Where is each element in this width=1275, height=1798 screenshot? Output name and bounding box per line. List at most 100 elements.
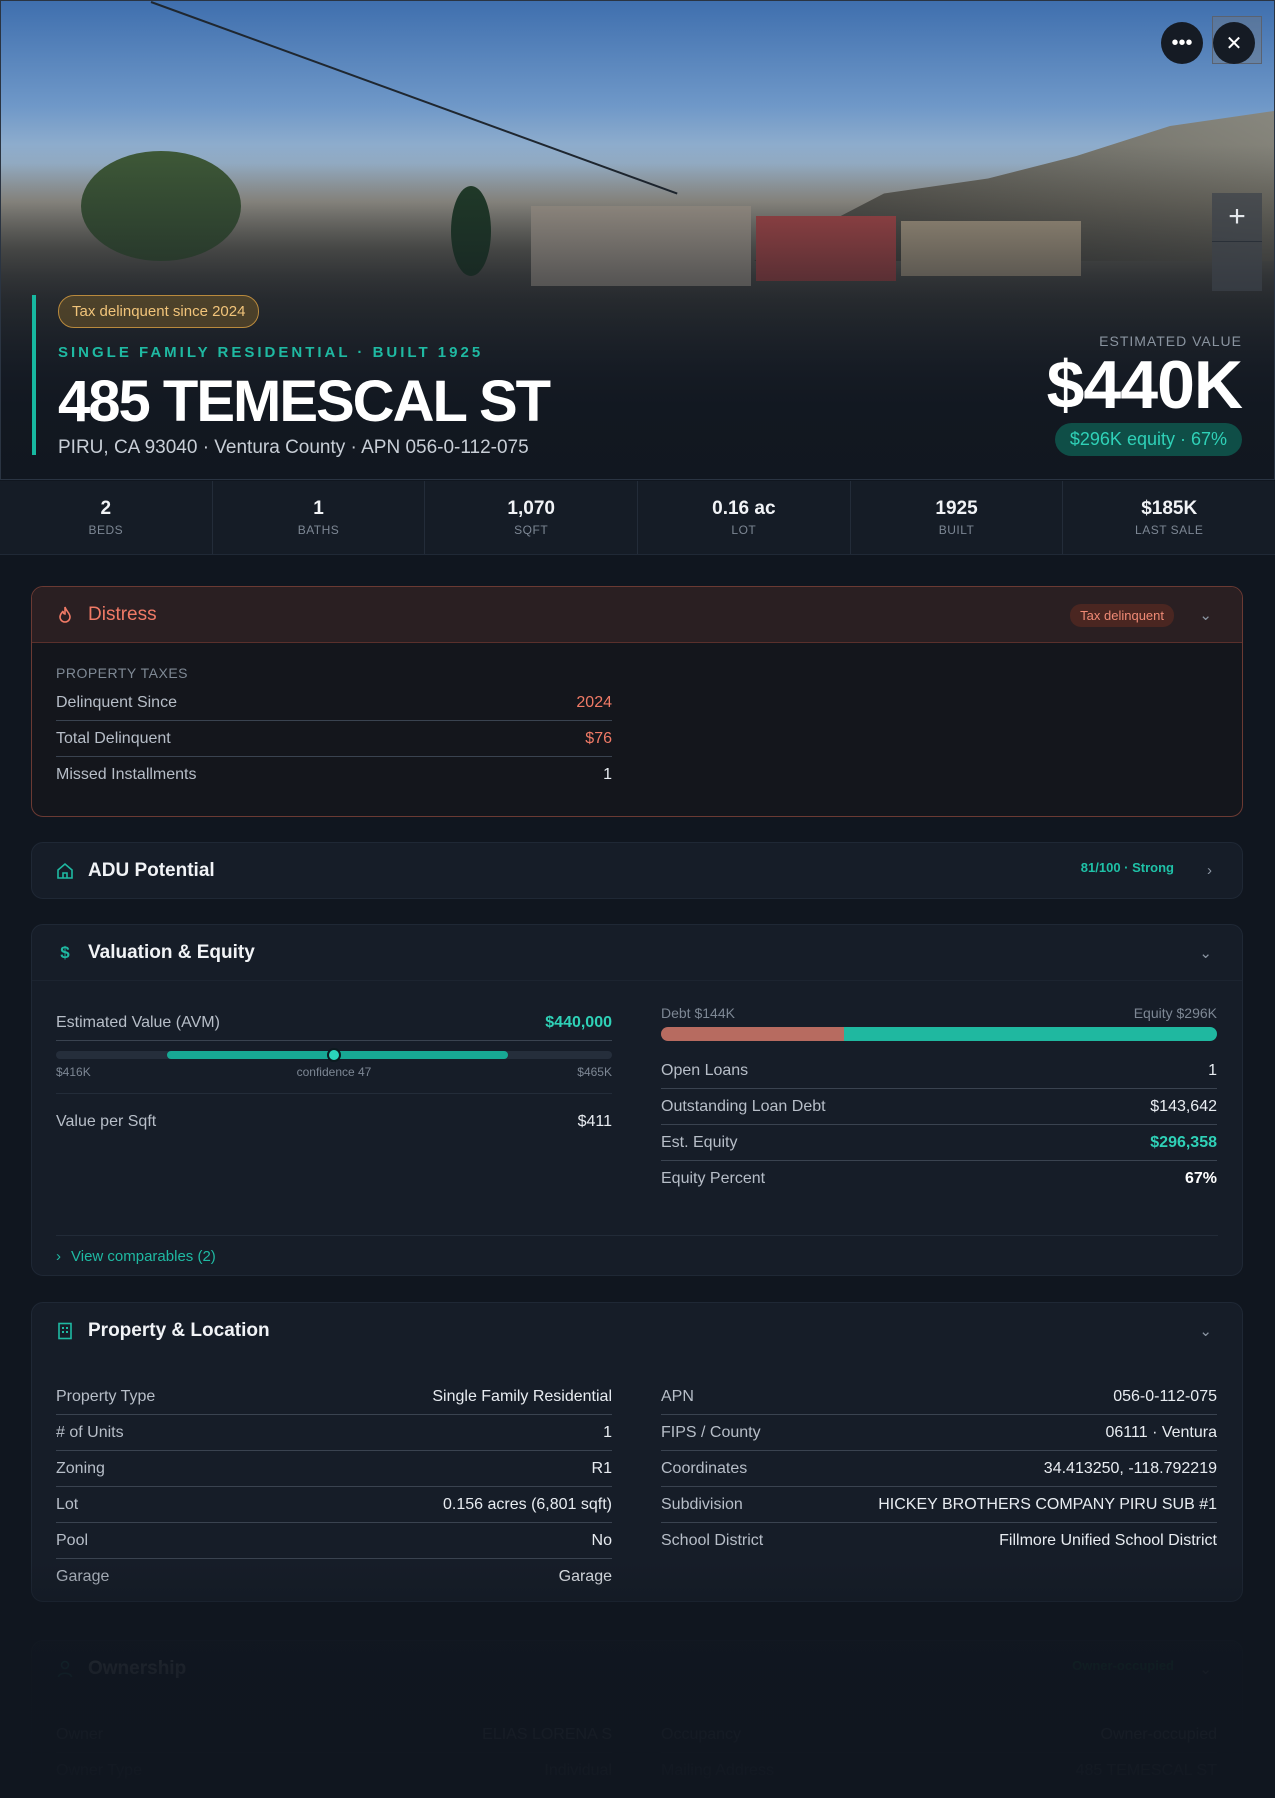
hero-photo: ••• ✕ + Tax delinquent since 2024 SINGLE… [0, 0, 1275, 480]
stat-value: $185K [1141, 498, 1198, 519]
row-value: 34.413250, -118.792219 [1043, 1459, 1217, 1477]
row-key: Owner [56, 1725, 104, 1743]
comparables-label: View comparables (2) [71, 1248, 216, 1265]
dollar-icon: $ [60, 942, 70, 962]
row-value: Individual [544, 1762, 612, 1779]
property-location-card: Property & Location ⌄ Property Type Singl… [31, 1302, 1243, 1602]
row-value: R1 [591, 1459, 612, 1477]
property-subtitle: SINGLE FAMILY RESIDENTIAL · BUILT 1925 [58, 344, 484, 361]
ownership-left-column: Owner ELIAS LORENA S Owner Type Individual [56, 1717, 612, 1789]
property-address: 485 TEMESCAL ST [58, 369, 551, 434]
tax-row: Delinquent Since 2024 [56, 685, 612, 721]
location-row: Subdivision HICKEY BROTHERS COMPANY PIRU … [661, 1487, 1217, 1523]
tax-row: Missed Installments 1 [56, 757, 612, 793]
property-right-column: APN 056-0-112-075 FIPS / County 06111 · Ve… [661, 1379, 1217, 1559]
valuation-header[interactable]: $ Valuation & Equity ⌄ [32, 925, 1242, 981]
ownership-header[interactable]: Ownership Owner-occupied ⌄ [32, 1641, 1242, 1697]
equity-column: Debt $144K Equity $296K Open Loans 1 Outs… [661, 1005, 1217, 1197]
stat-label: BATHS [297, 523, 340, 537]
row-key: Subdivision [661, 1495, 743, 1513]
row-value: 1 [1208, 1061, 1217, 1079]
chevron-down-icon[interactable]: ⌄ [1199, 944, 1212, 962]
row-value: Garage [558, 1568, 612, 1585]
zoom-in-button[interactable]: + [1212, 193, 1262, 242]
row-value: 06111 · Ventura [1105, 1423, 1218, 1441]
row-key: Outstanding Loan Debt [661, 1097, 826, 1115]
row-value: $411 [577, 1112, 612, 1130]
stat-label: BUILT [938, 523, 975, 537]
ownership-card: Ownership Owner-occupied ⌄ Owner ELIAS LO… [31, 1640, 1243, 1798]
ownership-row: Owner ELIAS LORENA S [56, 1717, 612, 1753]
row-value: ELIAS LORENA S [482, 1725, 612, 1743]
row-value: No [591, 1531, 612, 1549]
more-options-button[interactable]: ••• [1161, 22, 1203, 64]
row-key: Value per Sqft [56, 1112, 157, 1130]
row-key: Pool [56, 1531, 89, 1549]
chevron-down-icon[interactable]: ⌄ [1199, 606, 1212, 624]
row-value: $143,642 [1150, 1097, 1217, 1115]
property-left-column: Property Type Single Family Residential #… [56, 1379, 612, 1595]
row-value: 1 [603, 766, 612, 783]
property-row: Garage Garage [56, 1559, 612, 1595]
location-line: PIRU, CA 93040 · Ventura County · APN 05… [58, 437, 529, 458]
row-key: Property Type [56, 1387, 156, 1405]
range-low: $416K [56, 1065, 91, 1079]
property-row: Zoning R1 [56, 1451, 612, 1487]
tax-row: Total Delinquent $76 [56, 721, 612, 757]
location-row: APN 056-0-112-075 [661, 1379, 1217, 1415]
property-taxes-section: PROPERTY TAXES Delinquent Since 2024 Tota… [56, 665, 612, 793]
stat-sqft: 1,070 SQFT [425, 481, 639, 554]
equity-row: Est. Equity $296,358 [661, 1125, 1217, 1161]
row-key: Coordinates [661, 1459, 748, 1477]
row-value: 67% [1184, 1170, 1217, 1187]
property-header[interactable]: Property & Location ⌄ [32, 1303, 1242, 1359]
row-value: Fillmore Unified School District [999, 1532, 1217, 1549]
close-button[interactable]: ✕ [1213, 22, 1255, 64]
adu-header[interactable]: ADU Potential 81/100 · Strong › [32, 843, 1242, 898]
chevron-down-icon[interactable]: ⌄ [1199, 1322, 1212, 1340]
section-label: PROPERTY TAXES [56, 665, 189, 681]
stat-baths: 1 BATHS [213, 481, 426, 554]
stat-label: BEDS [88, 523, 124, 537]
stat-value: 0.16 ac [712, 498, 776, 519]
stat-value: 2 [100, 498, 112, 519]
row-key: Lot [56, 1495, 79, 1513]
row-key: Estimated Value (AVM) [56, 1013, 220, 1031]
chevron-right-icon: › [56, 1248, 61, 1265]
title-block: Tax delinquent since 2024 SINGLE FAMILY … [32, 295, 551, 458]
valuation-equity-card: $ Valuation & Equity ⌄ Estimated Value (… [31, 924, 1243, 1276]
row-key: Garage [56, 1568, 110, 1585]
row-key: FIPS / County [661, 1423, 761, 1441]
stat-built: 1925 BUILT [851, 481, 1064, 554]
tax-delinquent-tag: Tax delinquent [1070, 604, 1174, 627]
row-key: Missed Installments [56, 766, 197, 783]
ownership-right-column: Occupancy Owner-occupied Mailing Address 4… [661, 1717, 1217, 1789]
location-row: School District Fillmore Unified School D… [661, 1523, 1217, 1559]
stat-value: 1925 [935, 498, 978, 519]
row-key: Total Delinquent [56, 729, 171, 747]
plus-icon: + [1228, 200, 1246, 233]
distress-title: Distress [88, 603, 157, 625]
view-comparables-link[interactable]: › View comparables (2) [56, 1235, 1218, 1265]
equity-percent-row: Equity Percent 67% [661, 1161, 1217, 1197]
distress-header[interactable]: Distress Tax delinquent ⌄ [32, 587, 1242, 643]
distress-card: Distress Tax delinquent ⌄ PROPERTY TAXES… [31, 586, 1243, 817]
property-title: Property & Location [88, 1320, 270, 1341]
chevron-right-icon[interactable]: › [1207, 862, 1212, 879]
person-icon [56, 1660, 74, 1678]
avm-range-bar [56, 1048, 612, 1062]
location-row: FIPS / County 06111 · Ventura [661, 1415, 1217, 1451]
close-icon: ✕ [1225, 32, 1243, 55]
zoom-control: + [1212, 193, 1262, 291]
property-row: Property Type Single Family Residential [56, 1379, 612, 1415]
chevron-down-icon[interactable]: ⌄ [1199, 1660, 1212, 1678]
row-value: $440,000 [545, 1013, 612, 1031]
stat-label: LOT [731, 523, 757, 537]
ownership-row: Mailing Address 485 TEMESCAL ST [661, 1753, 1217, 1789]
ellipsis-icon: ••• [1171, 31, 1193, 54]
adu-potential-card[interactable]: ADU Potential 81/100 · Strong › [31, 842, 1243, 899]
estimated-value: $440K [1046, 347, 1243, 423]
row-key: School District [661, 1532, 764, 1549]
home-icon [56, 862, 74, 880]
flame-icon [56, 606, 74, 624]
